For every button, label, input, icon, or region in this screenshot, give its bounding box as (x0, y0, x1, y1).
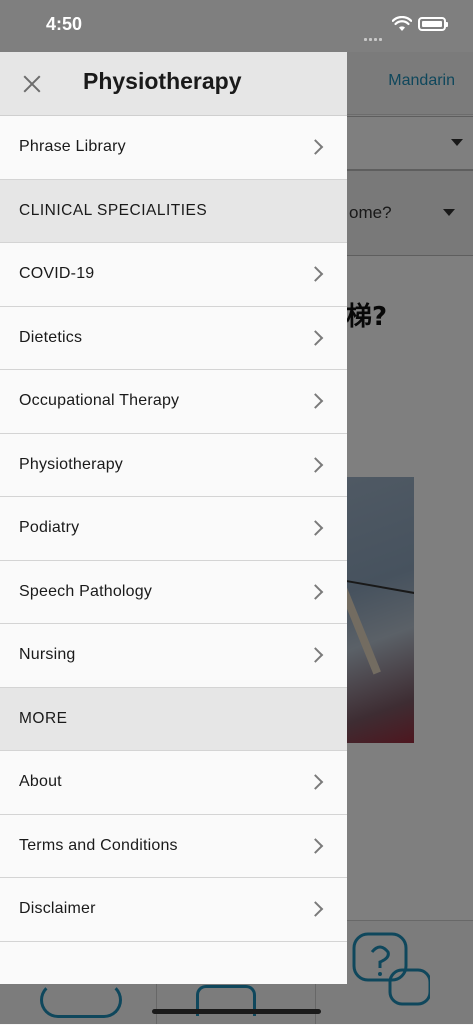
menu-item-label: Nursing (19, 646, 76, 664)
chevron-right-icon (307, 647, 324, 664)
chevron-right-icon (307, 837, 324, 854)
menu-item-disclaimer[interactable]: Disclaimer (0, 878, 347, 942)
section-header-clinical-specialities: CLINICAL SPECIALITIES (0, 179, 347, 243)
menu-item-terms-and-conditions[interactable]: Terms and Conditions (0, 814, 347, 878)
menu-item-occupational-therapy[interactable]: Occupational Therapy (0, 370, 347, 434)
menu-item-covid-19[interactable]: COVID-19 (0, 243, 347, 307)
menu-item-phrase-library[interactable]: Phrase Library (0, 116, 347, 180)
menu-item-label: Terms and Conditions (19, 836, 178, 854)
chevron-right-icon (307, 456, 324, 473)
status-time: 4:50 (46, 14, 83, 34)
menu-item-label: Occupational Therapy (19, 392, 180, 410)
chevron-right-icon (307, 139, 324, 156)
menu-item-label: COVID-19 (19, 265, 95, 283)
chevron-right-icon (307, 329, 324, 346)
wifi-icon (392, 16, 412, 31)
menu-item-label: Phrase Library (19, 138, 126, 156)
menu-item-physiotherapy[interactable]: Physiotherapy (0, 433, 347, 497)
status-bar: 4:50 (0, 0, 473, 52)
close-icon[interactable] (18, 70, 46, 98)
menu-item-about[interactable]: About (0, 751, 347, 815)
section-label: MORE (19, 709, 68, 727)
chevron-right-icon (307, 583, 324, 600)
menu-item-label: Speech Pathology (19, 582, 153, 600)
chevron-right-icon (307, 901, 324, 918)
chevron-right-icon (307, 393, 324, 410)
home-indicator[interactable] (152, 1009, 321, 1014)
menu-item-speech-pathology[interactable]: Speech Pathology (0, 560, 347, 624)
menu-item-podiatry[interactable]: Podiatry (0, 497, 347, 561)
battery-icon (418, 17, 448, 31)
drawer-menu: Phrase Library CLINICAL SPECIALITIES COV… (0, 116, 347, 942)
chevron-right-icon (307, 774, 324, 791)
chevron-right-icon (307, 520, 324, 537)
cellular-signal-icon (364, 28, 384, 46)
menu-item-dietetics[interactable]: Dietetics (0, 306, 347, 370)
menu-item-label: Disclaimer (19, 900, 96, 918)
navigation-drawer: Physiotherapy Phrase Library CLINICAL SP… (0, 52, 347, 984)
menu-item-label: Physiotherapy (19, 455, 123, 473)
menu-item-label: About (19, 773, 62, 791)
section-header-more: MORE (0, 687, 347, 751)
section-label: CLINICAL SPECIALITIES (19, 201, 208, 219)
menu-item-nursing[interactable]: Nursing (0, 624, 347, 688)
menu-item-label: Dietetics (19, 328, 83, 346)
chevron-right-icon (307, 266, 324, 283)
drawer-title: Physiotherapy (83, 68, 242, 94)
drawer-header: Physiotherapy (0, 52, 347, 116)
menu-item-label: Podiatry (19, 519, 80, 537)
